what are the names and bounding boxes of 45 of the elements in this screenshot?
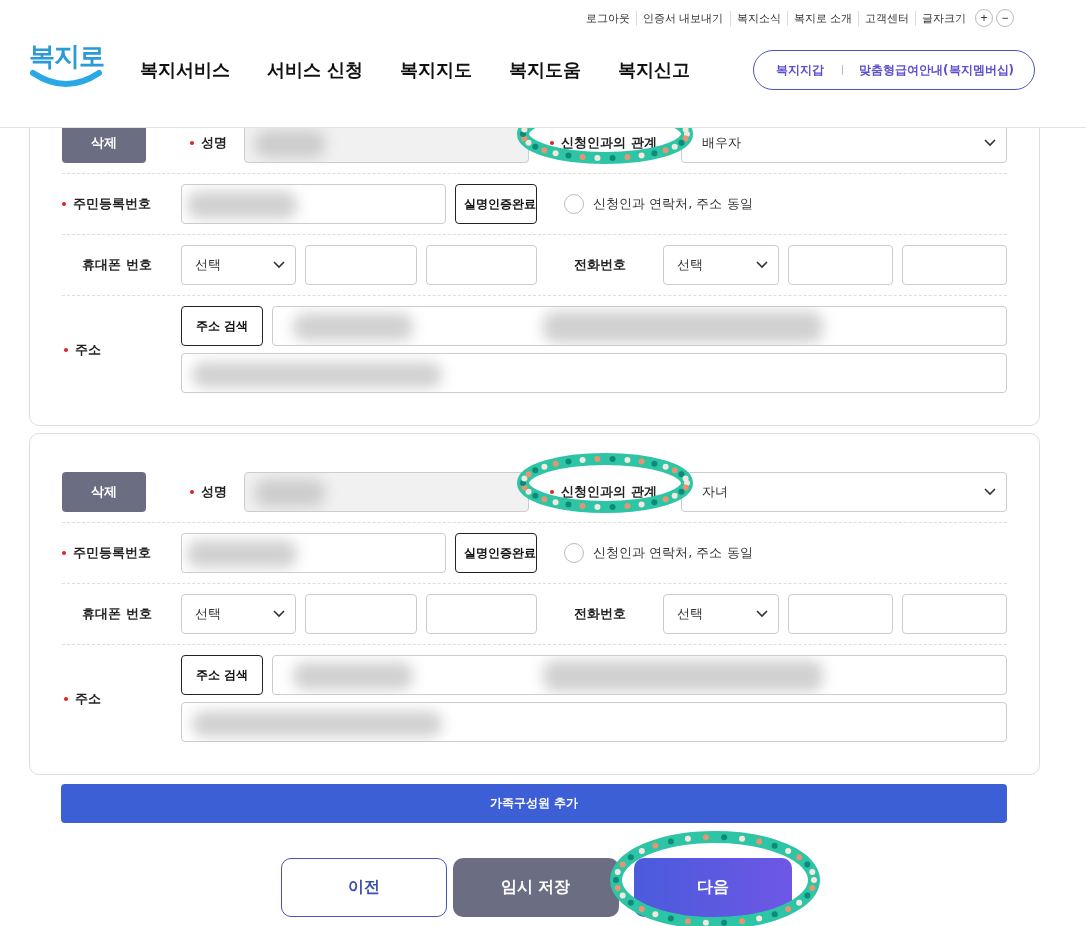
- field-label: 휴대폰 번호: [81, 256, 153, 274]
- radio-label: 신청인과 연락처, 주소 동일: [593, 544, 753, 562]
- carrier-select[interactable]: 선택: [181, 594, 296, 634]
- nav-item[interactable]: 복지신고: [618, 58, 691, 82]
- field-label: 전화번호: [573, 256, 627, 274]
- verify-button[interactable]: 실명인증완료: [455, 533, 537, 573]
- delete-button[interactable]: 삭제: [62, 128, 146, 163]
- top-link[interactable]: 복지로 소개: [786, 10, 858, 26]
- top-link[interactable]: 글자크기: [915, 10, 972, 26]
- field-label: 주민등록번호: [62, 544, 172, 562]
- field-label: 신청인과의 관계: [550, 134, 657, 152]
- relation-select[interactable]: 배우자: [681, 128, 1007, 163]
- field-label: 휴대폰 번호: [81, 605, 153, 623]
- verify-button[interactable]: 실명인증완료: [455, 184, 537, 224]
- field-label: 주소: [62, 689, 172, 708]
- nav-item[interactable]: 복지서비스: [140, 58, 230, 82]
- font-size-button[interactable]: +: [975, 9, 993, 27]
- top-link[interactable]: 로그아웃: [580, 10, 636, 26]
- delete-button[interactable]: 삭제: [62, 472, 146, 512]
- top-link[interactable]: 인증서 내보내기: [636, 10, 730, 26]
- nav-item[interactable]: 서비스 신청: [267, 58, 364, 82]
- field-label: 성명: [190, 483, 235, 501]
- area-code-select[interactable]: 선택: [663, 245, 779, 285]
- relation-select[interactable]: 자녀: [681, 472, 1007, 512]
- field-label: 전화번호: [573, 605, 627, 623]
- carrier-select[interactable]: 선택: [181, 245, 296, 285]
- radio-label: 신청인과 연락처, 주소 동일: [593, 195, 753, 213]
- step-button[interactable]: 임시 저장: [452, 858, 619, 917]
- header-link[interactable]: 맞춤형급여안내(복지멤버십): [859, 61, 1014, 79]
- top-link[interactable]: 고객센터: [858, 10, 915, 26]
- nav-item[interactable]: 복지도움: [509, 58, 582, 82]
- address-search-button[interactable]: 주소 검색: [181, 306, 263, 346]
- font-size-button[interactable]: −: [996, 9, 1014, 27]
- step-button[interactable]: 다음: [633, 858, 792, 917]
- area-code-select[interactable]: 선택: [663, 594, 779, 634]
- address-search-button[interactable]: 주소 검색: [181, 655, 263, 695]
- top-link[interactable]: 복지소식: [729, 10, 787, 26]
- step-button[interactable]: 이전: [280, 858, 447, 917]
- nav-item[interactable]: 복지지도: [400, 58, 473, 82]
- header-link[interactable]: 복지지갑: [776, 61, 825, 79]
- field-label: 신청인과의 관계: [550, 483, 657, 501]
- field-label: 주소: [62, 340, 172, 359]
- add-member-button[interactable]: 가족구성원 추가: [61, 784, 1007, 823]
- field-label: 성명: [190, 134, 235, 152]
- field-label: 주민등록번호: [62, 195, 172, 213]
